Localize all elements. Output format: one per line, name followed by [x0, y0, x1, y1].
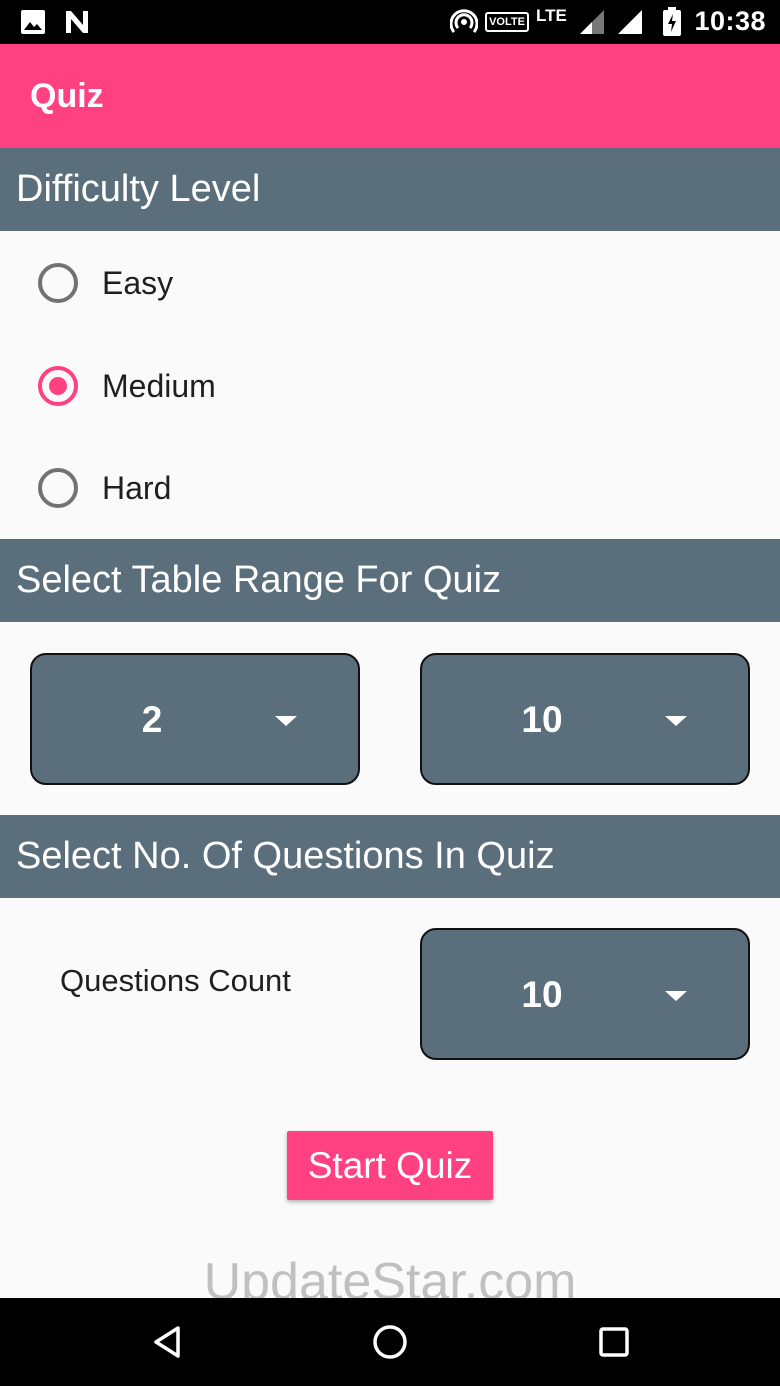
- lte-signal-icon: [578, 9, 606, 35]
- questions-header-label: Select No. Of Questions In Quiz: [16, 835, 555, 877]
- radio-medium-label[interactable]: Medium: [102, 368, 216, 405]
- start-quiz-button[interactable]: Start Quiz: [287, 1131, 493, 1200]
- radio-hard[interactable]: [38, 468, 78, 508]
- questions-header: Select No. Of Questions In Quiz: [0, 815, 780, 898]
- range-from-value: 2: [141, 699, 163, 740]
- home-icon[interactable]: [370, 1322, 410, 1362]
- questions-count-spinner[interactable]: 10: [420, 928, 750, 1060]
- n-notification-icon: [64, 9, 90, 35]
- lte-label: LTE: [536, 6, 567, 25]
- gallery-icon: [20, 9, 46, 35]
- nav-bar: [0, 1298, 780, 1386]
- range-from-spinner[interactable]: 2: [30, 653, 360, 785]
- difficulty-header-label: Difficulty Level: [16, 168, 261, 210]
- table-range-header: Select Table Range For Quiz: [0, 539, 780, 622]
- status-time: 10:38: [694, 6, 766, 36]
- questions-count-label: Questions Count: [60, 963, 291, 998]
- recents-icon[interactable]: [594, 1322, 634, 1362]
- back-icon[interactable]: [148, 1322, 188, 1362]
- radio-medium[interactable]: [38, 366, 78, 406]
- radio-easy-label[interactable]: Easy: [102, 265, 173, 302]
- range-to-spinner[interactable]: 10: [420, 653, 750, 785]
- chevron-down-icon: [665, 716, 687, 726]
- chevron-down-icon: [665, 991, 687, 1001]
- questions-count-value: 10: [521, 974, 563, 1015]
- wifi-signal-icon: [616, 9, 644, 35]
- app-title: Quiz: [30, 77, 104, 115]
- radio-hard-label[interactable]: Hard: [102, 470, 171, 507]
- app-bar: Quiz: [0, 44, 780, 148]
- volte-icon: VOLTE: [485, 12, 529, 32]
- table-range-header-label: Select Table Range For Quiz: [16, 559, 502, 601]
- battery-charging-icon: [662, 7, 682, 36]
- radio-easy[interactable]: [38, 263, 78, 303]
- status-bar: VOLTE LTE 10:38: [0, 0, 780, 44]
- hotspot-icon: [450, 9, 478, 35]
- chevron-down-icon: [275, 716, 297, 726]
- range-to-value: 10: [521, 699, 563, 740]
- difficulty-header: Difficulty Level: [0, 148, 780, 231]
